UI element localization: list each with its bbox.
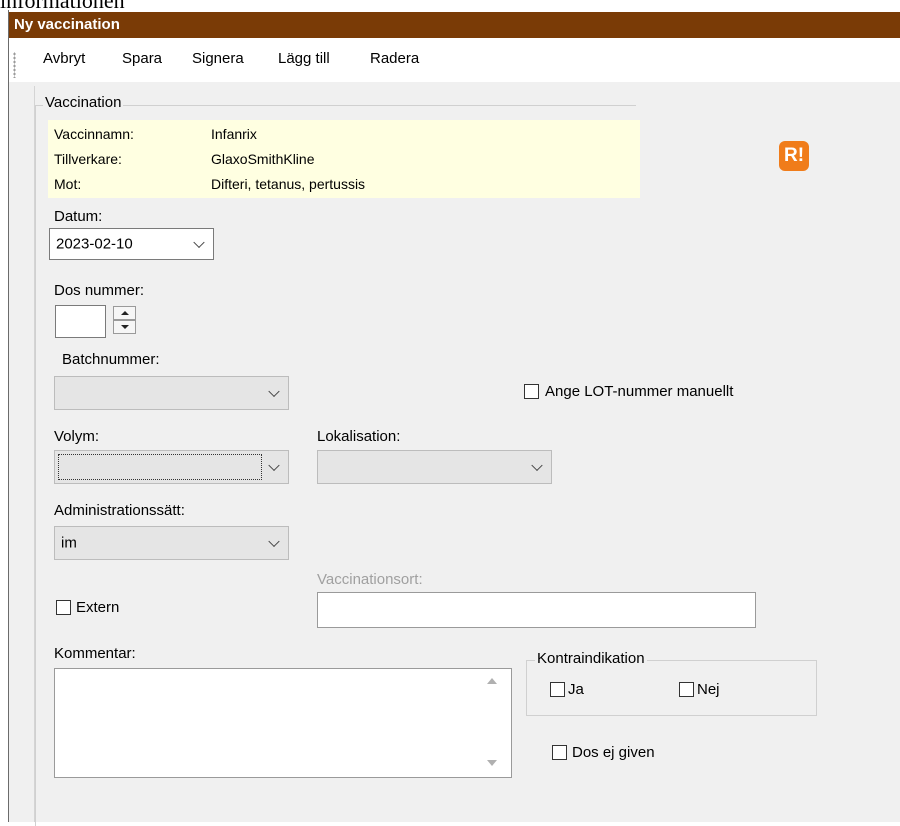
against-value: Difteri, tetanus, pertussis xyxy=(211,176,366,192)
chevron-down-icon xyxy=(268,535,280,548)
sign-button[interactable]: Signera xyxy=(192,50,244,67)
add-button[interactable]: Lägg till xyxy=(278,50,330,67)
focus-rect xyxy=(58,454,262,480)
r-badge-icon[interactable]: R! xyxy=(779,141,809,171)
arrow-down-icon xyxy=(121,325,129,329)
vaccination-place-input[interactable] xyxy=(317,592,756,628)
admin-route-label: Administrationssätt: xyxy=(54,502,185,519)
manufacturer-label: Tillverkare: xyxy=(54,151,122,167)
scroll-down-icon[interactable] xyxy=(487,760,497,766)
date-value: 2023-02-10 xyxy=(56,235,133,253)
vaccination-place-label: Vaccinationsort: xyxy=(317,571,423,588)
admin-route-value: im xyxy=(61,534,77,552)
volume-label: Volym: xyxy=(54,428,100,445)
toolbar-grip[interactable] xyxy=(13,52,16,78)
date-picker[interactable]: 2023-02-10 xyxy=(49,228,214,260)
against-label: Mot: xyxy=(54,176,82,192)
contraindication-no-label: Nej xyxy=(697,681,720,698)
volume-select[interactable] xyxy=(54,450,289,484)
window-titlebar: Ny vaccination xyxy=(9,12,900,38)
contraindication-yes-label: Ja xyxy=(568,681,584,698)
vaccination-group-title: Vaccination xyxy=(43,94,124,111)
arrow-up-icon xyxy=(121,311,129,315)
batch-number-label: Batchnummer: xyxy=(62,351,160,368)
date-label: Datum: xyxy=(54,208,103,225)
admin-route-select[interactable]: im xyxy=(54,526,289,560)
chevron-down-icon xyxy=(531,459,543,472)
dose-not-given-checkbox[interactable] xyxy=(552,745,567,760)
cancel-button[interactable]: Avbryt xyxy=(43,50,85,67)
dose-not-given-label: Dos ej given xyxy=(572,744,655,761)
chevron-down-icon xyxy=(268,385,280,398)
comment-textarea[interactable] xyxy=(54,668,512,778)
location-label: Lokalisation: xyxy=(317,428,401,445)
save-button[interactable]: Spara xyxy=(122,50,162,67)
vaccine-name-value: Infanrix xyxy=(211,126,257,142)
batch-number-select[interactable] xyxy=(54,376,289,410)
scroll-up-icon[interactable] xyxy=(487,678,497,684)
contraindication-no-checkbox[interactable] xyxy=(679,682,694,697)
dose-number-label: Dos nummer: xyxy=(54,282,145,299)
contraindication-title: Kontraindikation xyxy=(535,650,647,667)
comment-label: Kommentar: xyxy=(54,645,136,662)
external-label: Extern xyxy=(76,599,120,616)
delete-button[interactable]: Radera xyxy=(370,50,419,67)
location-select[interactable] xyxy=(317,450,552,484)
external-checkbox[interactable] xyxy=(56,600,71,615)
contraindication-yes-checkbox[interactable] xyxy=(550,682,565,697)
dose-increment-button[interactable] xyxy=(113,306,136,320)
dose-number-input[interactable] xyxy=(55,305,106,338)
lot-manual-label: Ange LOT-nummer manuellt xyxy=(545,383,734,400)
manufacturer-value: GlaxoSmithKline xyxy=(211,151,315,167)
lot-manual-checkbox[interactable] xyxy=(524,384,539,399)
dose-decrement-button[interactable] xyxy=(113,320,136,334)
chevron-down-icon xyxy=(193,236,205,249)
chevron-down-icon xyxy=(268,459,280,472)
vaccine-name-label: Vaccinnamn: xyxy=(54,126,134,142)
window-title: Ny vaccination xyxy=(14,16,120,33)
